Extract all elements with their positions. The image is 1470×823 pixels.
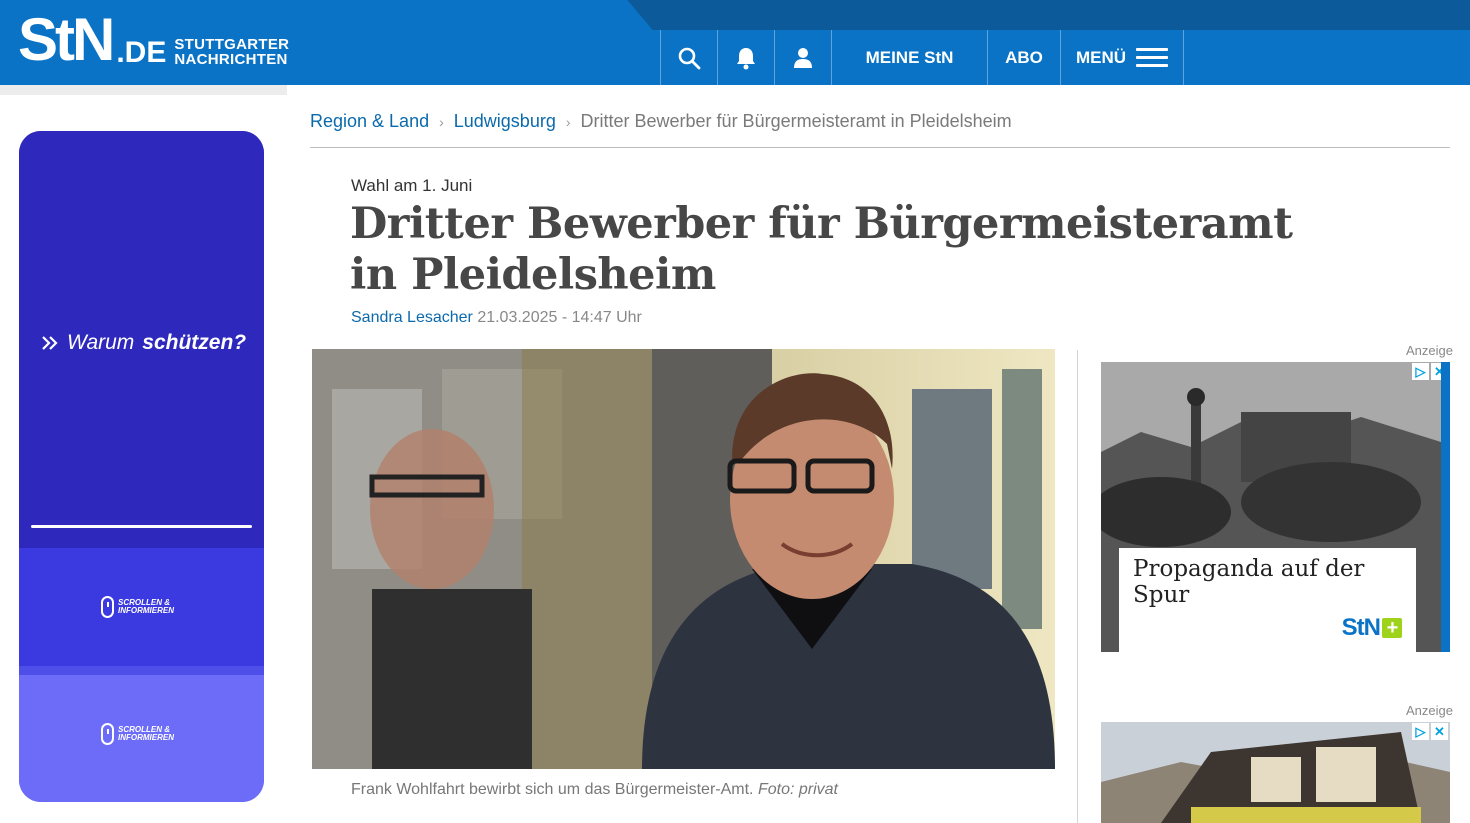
breadcrumb: Region & Land › Ludwigsburg › Dritter Be… [310, 111, 1012, 132]
search-button[interactable] [660, 30, 717, 85]
search-icon [678, 47, 701, 69]
left-skyscraper-ad[interactable]: Warum schützen? SCROLLEN & INFORMIEREN SCR… [19, 131, 264, 802]
article-kicker: Wahl am 1. Juni [351, 176, 473, 195]
breadcrumb-region[interactable]: Region & Land [310, 111, 429, 132]
main-nav: MEINE StN ABO MENÜ [660, 30, 1184, 85]
ad-text-card: Propaganda auf der Spur StN + [1119, 548, 1416, 652]
notifications-button[interactable] [717, 30, 774, 85]
ad-label: Anzeige [1406, 703, 1453, 718]
ad-cta-prefix: Warum [67, 331, 135, 354]
scroll-badge: SCROLLEN & INFORMIEREN [101, 723, 174, 745]
ad-divider-line [31, 525, 252, 528]
adchoices-icon[interactable]: ▷ [1412, 363, 1429, 380]
stn-plus-logo: StN + [1342, 614, 1402, 642]
site-header: StN .DE STUTTGARTER NACHRICHTEN MEINE St… [0, 0, 1470, 85]
ad-choices[interactable]: ▷ ✕ [1412, 723, 1448, 740]
user-icon [794, 47, 812, 68]
ad-cta[interactable]: Warum schützen? [41, 331, 246, 355]
mouse-scroll-icon [101, 596, 114, 618]
article-byline: Sandra Lesacher 21.03.2025 - 14:47 Uhr [351, 309, 642, 327]
breadcrumb-current: Dritter Bewerber für Bürgermeisteramt in… [580, 111, 1012, 131]
menu-label: MENÜ [1075, 47, 1127, 67]
logo-subtitle: STUTTGARTER NACHRICHTEN [174, 37, 289, 67]
abo-link[interactable]: ABO [987, 30, 1060, 85]
account-button[interactable] [774, 30, 831, 85]
header-subbar [0, 85, 1470, 95]
column-divider [1077, 350, 1078, 823]
ad-panel-middle: SCROLLEN & INFORMIEREN [19, 548, 264, 666]
article-photo[interactable] [312, 349, 1055, 769]
chevron-right-icon: › [439, 113, 444, 130]
logo-subtitle-line2: NACHRICHTEN [174, 51, 288, 68]
breadcrumb-ludwigsburg[interactable]: Ludwigsburg [454, 111, 556, 132]
menu-button[interactable]: MENÜ [1060, 30, 1184, 85]
header-accent-strip [600, 0, 1470, 30]
ad-panel-bottom: SCROLLEN & INFORMIEREN [19, 675, 264, 802]
meine-stn-link[interactable]: MEINE StN [831, 30, 987, 85]
photo-caption: Frank Wohlfahrt bewirbt sich um das Bürg… [351, 781, 838, 799]
caption-text: Frank Wohlfahrt bewirbt sich um das Bürg… [351, 781, 754, 798]
scroll-badge-text: SCROLLEN & INFORMIEREN [118, 725, 174, 742]
bell-icon [737, 47, 755, 69]
article-headline: Dritter Bewerber für Bürgermeisteramt in… [350, 199, 1293, 300]
site-logo[interactable]: StN .DE STUTTGARTER NACHRICHTEN [18, 10, 289, 70]
logo-subtitle-line1: STUTTGARTER [174, 36, 290, 53]
sidebar-ad-propaganda[interactable]: ▷ ✕ Propaganda auf der Spur StN + [1101, 362, 1450, 652]
sidebar-ad-camper[interactable]: ▷ ✕ [1101, 722, 1450, 823]
scroll-badge-text: SCROLLEN & INFORMIEREN [118, 598, 174, 615]
plus-icon: + [1382, 618, 1402, 638]
double-chevron-right-icon [42, 336, 58, 350]
hamburger-icon [1136, 48, 1169, 67]
ad-photo-camper [1101, 722, 1450, 823]
photo-credit: Foto: privat [757, 781, 838, 798]
breadcrumb-divider [310, 147, 1450, 148]
article-datetime: 21.03.2025 - 14:47 Uhr [477, 309, 642, 326]
close-icon[interactable]: ✕ [1431, 723, 1448, 740]
logo-tld: .DE [116, 36, 167, 69]
ad-title: Propaganda auf der Spur [1133, 556, 1365, 608]
ad-panel-separator [19, 666, 264, 675]
ad-label: Anzeige [1406, 343, 1453, 358]
article-photo-illustration [312, 349, 1055, 769]
ad-accent-bar [1441, 362, 1450, 652]
ad-cta-bold: schützen? [142, 331, 247, 354]
mouse-scroll-icon [101, 723, 114, 745]
adchoices-icon[interactable]: ▷ [1412, 723, 1429, 740]
chevron-right-icon: › [565, 113, 571, 130]
logo-wordmark: StN [18, 6, 115, 73]
author-link[interactable]: Sandra Lesacher [351, 309, 473, 326]
scroll-badge: SCROLLEN & INFORMIEREN [101, 596, 174, 618]
